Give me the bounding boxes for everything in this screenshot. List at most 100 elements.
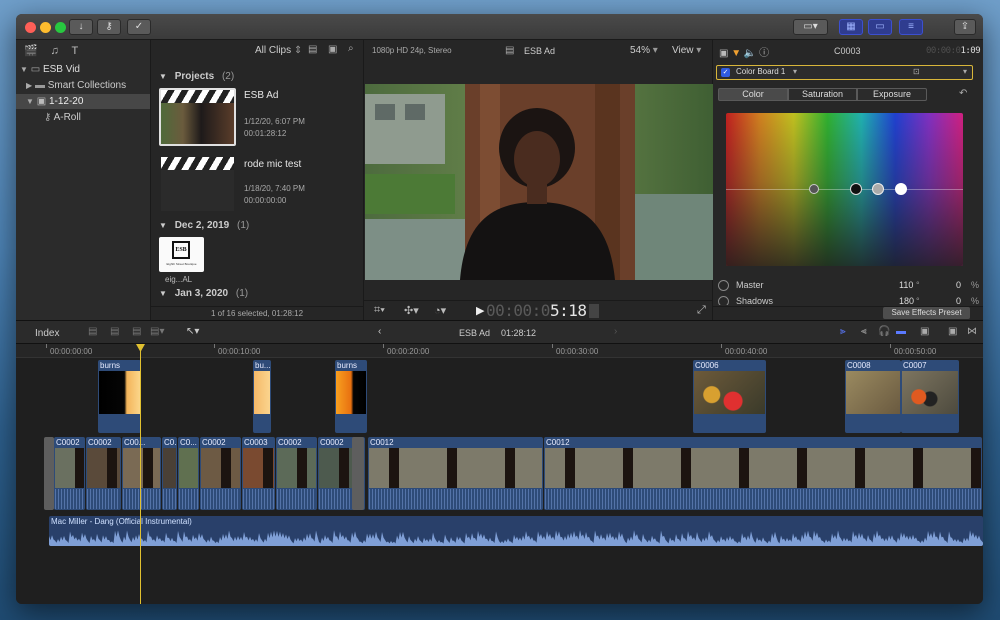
video-clip[interactable]: C0...	[178, 437, 199, 510]
workspace-menu-icon[interactable]: ▭▾	[793, 19, 828, 35]
titles-icon[interactable]: T	[72, 45, 79, 57]
video-clip[interactable]: C0002	[276, 437, 317, 510]
disclosure-right-icon[interactable]: ▶	[26, 81, 32, 90]
sidebar-item-keyword[interactable]: ⚷ A-Roll	[44, 112, 81, 123]
background-tasks-icon[interactable]: ✓	[127, 19, 151, 35]
video-clip[interactable]: C00...	[122, 437, 161, 510]
info-inspector-icon[interactable]: ⓘ	[759, 48, 769, 59]
video-clip[interactable]: C0002	[54, 437, 85, 510]
zoom-menu[interactable]: 54% ▾	[630, 45, 658, 56]
percent-value[interactable]: 0	[956, 280, 961, 290]
timeline-toggle-icon[interactable]: ▭	[868, 19, 892, 35]
reset-icon[interactable]: ↶	[959, 88, 967, 99]
clip-appearance-icon[interactable]: ▤	[308, 44, 317, 55]
video-clip[interactable]: C0002	[200, 437, 241, 510]
inspector-toggle-icon[interactable]: ≡	[899, 19, 923, 35]
tab-color[interactable]: Color	[718, 88, 788, 101]
group-header-projects[interactable]: ▼ Projects (2)	[159, 71, 234, 82]
history-back-icon[interactable]: ‹	[378, 326, 381, 337]
video-clip[interactable]: C0003	[242, 437, 275, 510]
video-clip[interactable]: C0012	[544, 437, 982, 510]
event-clip-thumbnail[interactable]: ESB Eighth Street Boutique	[159, 237, 204, 272]
angle-value[interactable]: 180	[899, 296, 914, 305]
snapping-icon[interactable]: ▬	[896, 326, 906, 337]
fullscreen-icon[interactable]: ⤢	[697, 304, 706, 317]
sidebar-item-smart-collections[interactable]: ▶ ▬ Smart Collections	[26, 80, 126, 91]
storyline-start-handle[interactable]	[44, 437, 54, 510]
disclosure-down-icon[interactable]: ▼	[20, 65, 28, 74]
connected-clip[interactable]: C0006	[693, 360, 766, 433]
crop-icon[interactable]: ⌗▾	[374, 304, 385, 317]
percent-value[interactable]: 0	[956, 296, 961, 305]
sidebar-item-event[interactable]: ▼ ▣ 1-12-20	[16, 94, 150, 109]
group-title: Projects	[174, 71, 215, 82]
audio-meter-icon[interactable]	[589, 304, 599, 318]
disclosure-down-icon[interactable]: ▼	[26, 97, 34, 106]
tab-exposure[interactable]: Exposure	[857, 88, 927, 101]
clip-appearance-icon[interactable]: ▣	[920, 326, 929, 337]
project-thumbnail[interactable]	[159, 88, 236, 146]
group-header-dec-2-2019[interactable]: ▼ Dec 2, 2019 (1)	[159, 220, 249, 231]
audio-inspector-icon[interactable]: 🔈	[744, 48, 756, 59]
chevron-down-icon[interactable]: ▾	[963, 67, 967, 76]
tab-saturation[interactable]: Saturation	[788, 88, 857, 101]
timeline-index-button[interactable]: Index	[35, 328, 59, 339]
audio-skimming-icon[interactable]: ⫷	[861, 326, 867, 337]
angle-value[interactable]: 110	[899, 280, 913, 290]
speed-icon[interactable]: ◔▾	[434, 304, 446, 317]
transitions-browser-icon[interactable]: ⋈	[967, 326, 977, 337]
view-menu[interactable]: View ▾	[672, 45, 701, 56]
connected-clip[interactable]: C0007	[901, 360, 959, 433]
mask-icon[interactable]: ⊡	[913, 67, 920, 76]
effect-selector[interactable]: ✓ Color Board 1 ▾ ⊡ ▾	[716, 65, 973, 80]
audio-clip[interactable]: Mac Miller - Dang (Official Instrumental…	[49, 516, 983, 546]
insert-edit-icon[interactable]: ▤	[110, 326, 119, 337]
keyword-icon[interactable]: ⚷	[97, 19, 121, 35]
solo-icon[interactable]: 🎧	[878, 326, 890, 337]
connect-edit-icon[interactable]: ▤	[88, 326, 97, 337]
library-item[interactable]: ▼ ▭ ESB Vid	[20, 64, 80, 75]
color-inspector-icon[interactable]: ▼	[731, 48, 741, 59]
shadows-puck[interactable]	[808, 184, 819, 194]
video-clip[interactable]: C0...	[162, 437, 177, 510]
group-header-jan-3-2020[interactable]: ▼ Jan 3, 2020 (1)	[159, 288, 248, 299]
project-thumbnail[interactable]	[159, 155, 236, 213]
connected-clip[interactable]: burns	[335, 360, 367, 433]
inspector-clip-name: C0003	[834, 46, 861, 56]
play-icon[interactable]: ▶	[476, 304, 484, 317]
skimming-icon[interactable]: ⫸	[840, 326, 846, 337]
connected-clip[interactable]: bu...	[253, 360, 271, 433]
playhead[interactable]	[140, 344, 141, 604]
share-icon[interactable]: ⇪	[954, 19, 976, 35]
save-effects-preset-button[interactable]: Save Effects Preset	[883, 307, 970, 319]
color-board-field[interactable]	[726, 113, 963, 266]
close-window-button[interactable]	[25, 22, 36, 33]
search-icon[interactable]: ⌕	[348, 43, 354, 54]
select-tool-icon[interactable]: ↖▾	[186, 326, 199, 337]
transform-icon[interactable]: ✣▾	[404, 304, 419, 317]
import-icon[interactable]: ↓	[69, 19, 93, 35]
video-clip[interactable]: C0012	[368, 437, 543, 510]
effect-enable-checkbox[interactable]: ✓	[721, 68, 730, 77]
clip-filter-menu[interactable]: All Clips ⇕	[255, 45, 302, 56]
clip-label: C0012	[546, 438, 570, 447]
master-puck[interactable]	[871, 183, 884, 195]
effects-browser-icon[interactable]: ▣	[948, 326, 957, 337]
append-edit-icon[interactable]: ▤	[132, 326, 141, 337]
connected-clip[interactable]: burns	[98, 360, 141, 433]
view-menu-label: View	[672, 45, 694, 56]
video-clip[interactable]: C0002	[86, 437, 121, 510]
connected-clip[interactable]: C0008	[845, 360, 901, 433]
browser-toggle-icon[interactable]: ▦	[839, 19, 863, 35]
filmstrip-icon[interactable]: ▣	[328, 44, 337, 55]
history-forward-icon[interactable]: ›	[614, 326, 617, 337]
libraries-icon[interactable]: 🎬	[24, 45, 38, 57]
group-count: (1)	[235, 288, 249, 299]
zoom-window-button[interactable]	[55, 22, 66, 33]
overwrite-edit-icon[interactable]: ▤▾	[150, 326, 164, 337]
minimize-window-button[interactable]	[40, 22, 51, 33]
project-date: 1/18/20, 7:40 PM	[244, 184, 305, 193]
storyline-divider-handle[interactable]	[352, 437, 364, 510]
photos-icon[interactable]: ♫	[50, 45, 58, 57]
video-inspector-icon[interactable]: ▣	[719, 48, 728, 59]
